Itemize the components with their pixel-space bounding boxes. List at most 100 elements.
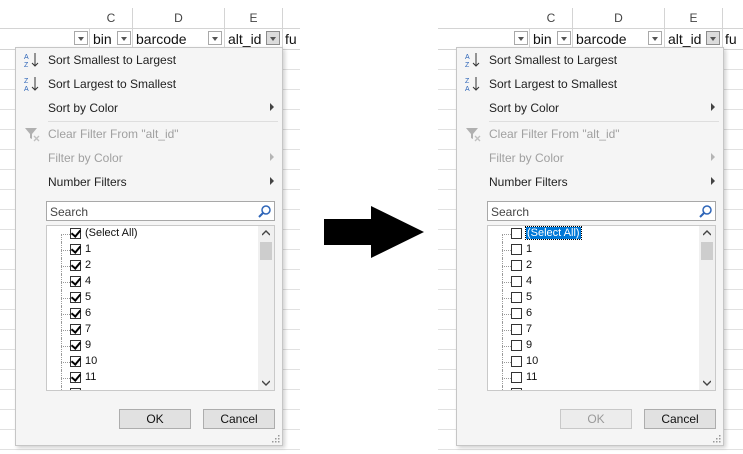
column-header-e[interactable]: E — [225, 8, 283, 28]
scroll-down-icon[interactable] — [703, 380, 711, 386]
checkbox[interactable] — [70, 260, 81, 271]
filter-search-input[interactable]: Search — [487, 201, 716, 221]
checkbox[interactable] — [70, 372, 81, 383]
sort-by-color-label: Sort by Color — [48, 101, 119, 115]
column-header-c[interactable]: C — [90, 8, 133, 28]
column-header-d[interactable]: D — [133, 8, 225, 28]
list-item[interactable]: 1 — [488, 242, 700, 258]
list-item[interactable]: 9 — [47, 338, 259, 354]
filter-by-color-item[interactable]: Filter by Color — [457, 147, 723, 169]
sort-by-color-item[interactable]: Sort by Color — [457, 97, 723, 119]
list-item[interactable]: 7 — [47, 322, 259, 338]
list-item-select-all[interactable]: (Select All) — [488, 226, 700, 242]
sort-ascending-item[interactable]: A Z Sort Smallest to Largest — [457, 49, 723, 71]
filter-dropdown-button-active[interactable] — [706, 31, 720, 45]
svg-text:A: A — [465, 54, 470, 61]
cancel-button[interactable]: Cancel — [644, 409, 716, 429]
list-item[interactable]: 2 — [488, 258, 700, 274]
search-placeholder: Search — [50, 205, 89, 219]
list-item[interactable]: 11 — [47, 370, 259, 386]
clear-filter-item[interactable]: Clear Filter From "alt_id" — [457, 123, 723, 145]
scroll-up-icon[interactable] — [262, 230, 270, 236]
list-item[interactable]: 11 — [488, 370, 700, 386]
header-cell-barcode: barcode — [573, 29, 665, 49]
sort-descending-icon: Z A — [465, 77, 480, 93]
checkbox[interactable] — [511, 372, 522, 383]
scroll-down-icon[interactable] — [262, 380, 270, 386]
filter-by-color-label: Filter by Color — [489, 151, 564, 165]
scroll-up-icon[interactable] — [703, 230, 711, 236]
scroll-thumb[interactable] — [260, 242, 272, 260]
list-item[interactable]: 10 — [47, 354, 259, 370]
header-alt-id: alt_id — [228, 31, 262, 47]
filter-dropdown-button[interactable] — [74, 31, 88, 45]
sort-by-color-item[interactable]: Sort by Color — [16, 97, 282, 119]
list-item[interactable]: 4 — [47, 274, 259, 290]
sort-ascending-item[interactable]: A Z Sort Smallest to Largest — [16, 49, 282, 71]
filter-dropdown-button-active[interactable] — [266, 31, 280, 45]
filter-dropdown-button[interactable] — [514, 31, 528, 45]
checkbox[interactable] — [511, 276, 522, 287]
list-item[interactable]: 9 — [488, 338, 700, 354]
list-item[interactable]: 10 — [488, 354, 700, 370]
ok-button-disabled[interactable]: OK — [560, 409, 632, 429]
filter-dropdown-button[interactable] — [648, 31, 662, 45]
resize-grip-icon[interactable] — [713, 435, 721, 443]
list-scrollbar[interactable] — [699, 226, 715, 390]
search-placeholder: Search — [491, 205, 530, 219]
checkbox[interactable] — [511, 324, 522, 335]
header-fu: fu — [725, 31, 737, 47]
list-item[interactable]: 2 — [47, 258, 259, 274]
cancel-button[interactable]: Cancel — [203, 409, 275, 429]
number-filters-item[interactable]: Number Filters — [16, 171, 282, 193]
list-item[interactable]: 7 — [488, 322, 700, 338]
filter-dropdown-button[interactable] — [117, 31, 131, 45]
checkbox[interactable] — [70, 292, 81, 303]
column-header-e[interactable]: E — [665, 8, 723, 28]
checkbox[interactable] — [511, 244, 522, 255]
checkbox[interactable] — [511, 356, 522, 367]
checkbox[interactable] — [511, 228, 522, 239]
list-item[interactable]: 6 — [488, 306, 700, 322]
checkbox[interactable] — [511, 292, 522, 303]
checkbox[interactable] — [70, 356, 81, 367]
checkbox[interactable] — [70, 276, 81, 287]
autofilter-menu-after: A Z Sort Smallest to Largest Z A Sort La… — [456, 47, 724, 446]
clear-filter-label: Clear Filter From "alt_id" — [489, 127, 620, 141]
column-header-d[interactable]: D — [573, 8, 665, 28]
list-item[interactable]: 4 — [488, 274, 700, 290]
ok-button[interactable]: OK — [119, 409, 191, 429]
checkbox[interactable] — [70, 340, 81, 351]
number-filters-item[interactable]: Number Filters — [457, 171, 723, 193]
header-cell — [438, 29, 530, 49]
list-item[interactable]: 5 — [488, 290, 700, 306]
checkbox[interactable] — [511, 260, 522, 271]
list-scrollbar[interactable] — [258, 226, 274, 390]
checkbox[interactable] — [70, 324, 81, 335]
column-header-c[interactable]: C — [530, 8, 573, 28]
checkbox[interactable] — [511, 340, 522, 351]
list-item-select-all[interactable]: (Select All) — [47, 226, 259, 242]
header-cell-bin: bin — [90, 29, 133, 49]
search-icon — [699, 205, 712, 218]
filter-search-input[interactable]: Search — [46, 201, 275, 221]
checkbox[interactable] — [70, 244, 81, 255]
sort-descending-item[interactable]: Z A Sort Largest to Smallest — [16, 73, 282, 95]
scroll-thumb[interactable] — [701, 242, 713, 260]
list-item[interactable]: 1 — [47, 242, 259, 258]
header-cell-alt-id: alt_id — [665, 29, 723, 49]
resize-grip-icon[interactable] — [272, 435, 280, 443]
filter-by-color-label: Filter by Color — [48, 151, 123, 165]
clear-filter-item[interactable]: Clear Filter From "alt_id" — [16, 123, 282, 145]
submenu-arrow-icon — [711, 177, 715, 185]
checkbox[interactable] — [511, 308, 522, 319]
checkbox[interactable] — [70, 228, 81, 239]
filter-dropdown-button[interactable] — [208, 31, 222, 45]
sort-descending-item[interactable]: Z A Sort Largest to Smallest — [457, 73, 723, 95]
checkbox[interactable] — [70, 308, 81, 319]
submenu-arrow-icon — [711, 103, 715, 111]
filter-by-color-item[interactable]: Filter by Color — [16, 147, 282, 169]
list-item[interactable]: 5 — [47, 290, 259, 306]
filter-dropdown-button[interactable] — [557, 31, 571, 45]
list-item[interactable]: 6 — [47, 306, 259, 322]
